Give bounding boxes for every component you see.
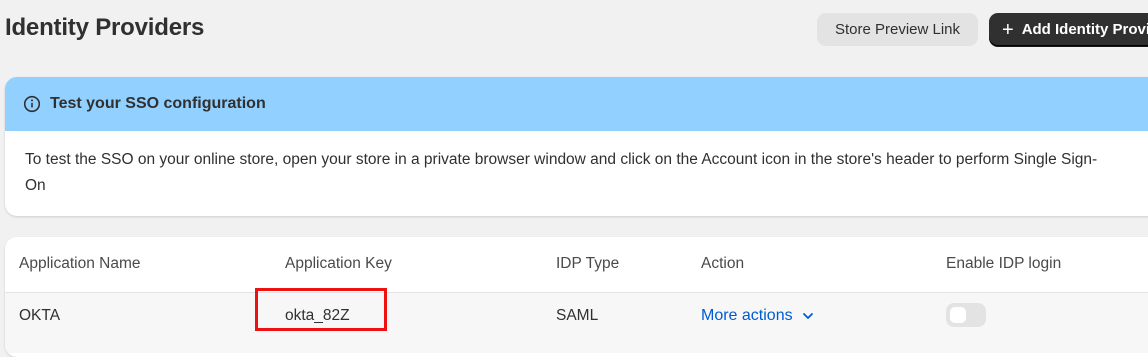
banner-title: Test your SSO configuration bbox=[50, 95, 266, 112]
page-title: Identity Providers bbox=[5, 14, 205, 41]
chevron-down-icon bbox=[801, 309, 815, 323]
more-actions-label: More actions bbox=[701, 307, 793, 324]
more-actions-button[interactable]: More actions bbox=[701, 307, 815, 325]
application-key-cell: okta_82Z bbox=[285, 307, 350, 324]
banner-header: Test your SSO configuration bbox=[5, 77, 1148, 131]
idp-type-cell: SAML bbox=[556, 307, 599, 324]
add-identity-provider-button[interactable]: + Add Identity Provider bbox=[989, 13, 1148, 46]
banner-body: To test the SSO on your online store, op… bbox=[25, 151, 1098, 194]
column-header-application-name: Application Name bbox=[19, 255, 141, 272]
store-preview-link-button[interactable]: Store Preview Link bbox=[817, 13, 978, 46]
enable-idp-login-toggle[interactable] bbox=[946, 303, 986, 327]
column-header-idp-type: IDP Type bbox=[556, 255, 620, 272]
application-name-cell: OKTA bbox=[19, 307, 61, 324]
table-row: OKTA okta_82Z SAML More actions bbox=[5, 288, 1148, 353]
sso-info-banner: Test your SSO configuration To test the … bbox=[5, 77, 1148, 216]
column-header-application-key: Application Key bbox=[285, 255, 392, 272]
info-icon bbox=[23, 95, 41, 113]
column-header-action: Action bbox=[701, 255, 745, 272]
column-header-enable-idp-login: Enable IDP login bbox=[946, 255, 1062, 272]
table-header: Application Name Application Key IDP Typ… bbox=[5, 237, 1148, 293]
toggle-knob bbox=[950, 307, 966, 323]
identity-providers-table: Application Name Application Key IDP Typ… bbox=[5, 237, 1148, 357]
add-identity-provider-label: Add Identity Provider bbox=[1021, 21, 1148, 38]
plus-icon: + bbox=[1002, 18, 1014, 41]
